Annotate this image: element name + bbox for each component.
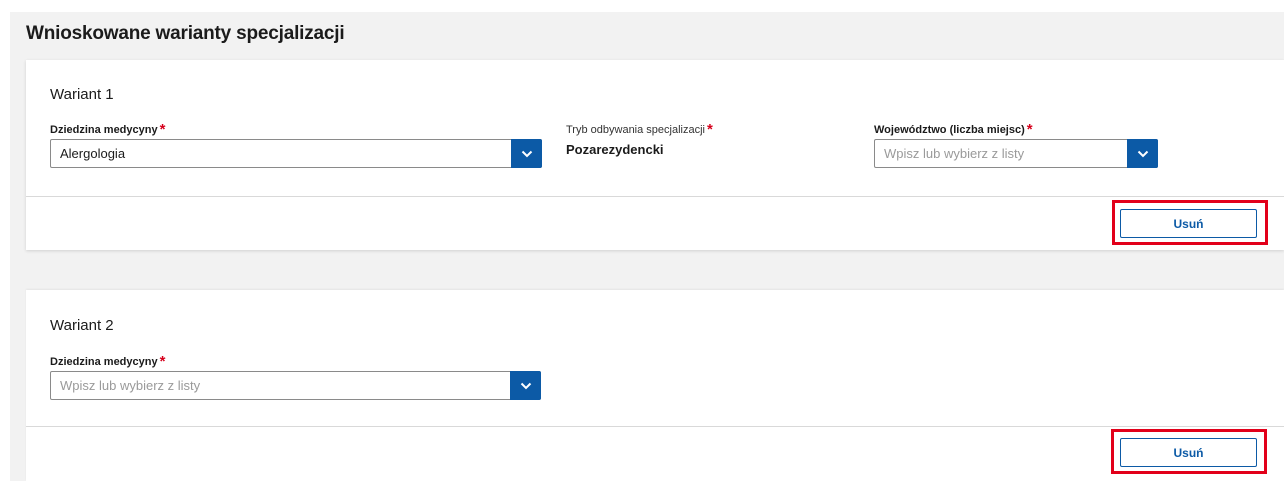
wojewodztwo-input[interactable]: [875, 140, 1127, 167]
required-mark: *: [159, 353, 166, 370]
required-mark: *: [707, 121, 713, 138]
variant-card-1: Wariant 1 Dziedzina medycyny* Tryb odbyw…: [26, 60, 1284, 250]
dziedzina-input-1[interactable]: [51, 140, 511, 167]
dziedzina-dropdown-button-1[interactable]: [511, 139, 542, 168]
card-divider: [26, 426, 1284, 427]
dziedzina-combobox-1[interactable]: [50, 139, 542, 168]
variant-1-title: Wariant 1: [50, 86, 114, 103]
dziedzina-combobox-2[interactable]: [50, 371, 541, 400]
section-title: Wnioskowane warianty specjalizacji: [26, 23, 345, 44]
wojewodztwo-dropdown-button[interactable]: [1127, 139, 1158, 168]
chevron-down-icon: [520, 382, 531, 389]
remove-variant-1-button[interactable]: Usuń: [1120, 209, 1257, 238]
required-mark: *: [159, 121, 166, 138]
required-mark: *: [1026, 121, 1033, 138]
field-label-wojewodztwo: Województwo (liczba miejsc) *: [874, 121, 1033, 138]
specialization-variants-section: Wnioskowane warianty specjalizacji Waria…: [10, 12, 1284, 481]
card-divider: [26, 196, 1284, 197]
chevron-down-icon: [521, 150, 532, 157]
variant-2-title: Wariant 2: [50, 317, 114, 334]
chevron-down-icon: [1137, 150, 1148, 157]
variant-card-2: Wariant 2 Dziedzina medycyny* Usuń: [26, 290, 1284, 481]
wojewodztwo-combobox[interactable]: [874, 139, 1158, 168]
field-label-tryb: Tryb odbywania specjalizacji *: [566, 121, 713, 138]
remove-variant-2-button[interactable]: Usuń: [1120, 438, 1257, 467]
field-label-dziedzina-1: Dziedzina medycyny *: [50, 121, 166, 138]
dziedzina-input-2[interactable]: [51, 372, 510, 399]
tryb-value: Pozarezydencki: [566, 142, 664, 157]
field-label-dziedzina-2: Dziedzina medycyny *: [50, 353, 166, 370]
dziedzina-dropdown-button-2[interactable]: [510, 371, 541, 400]
